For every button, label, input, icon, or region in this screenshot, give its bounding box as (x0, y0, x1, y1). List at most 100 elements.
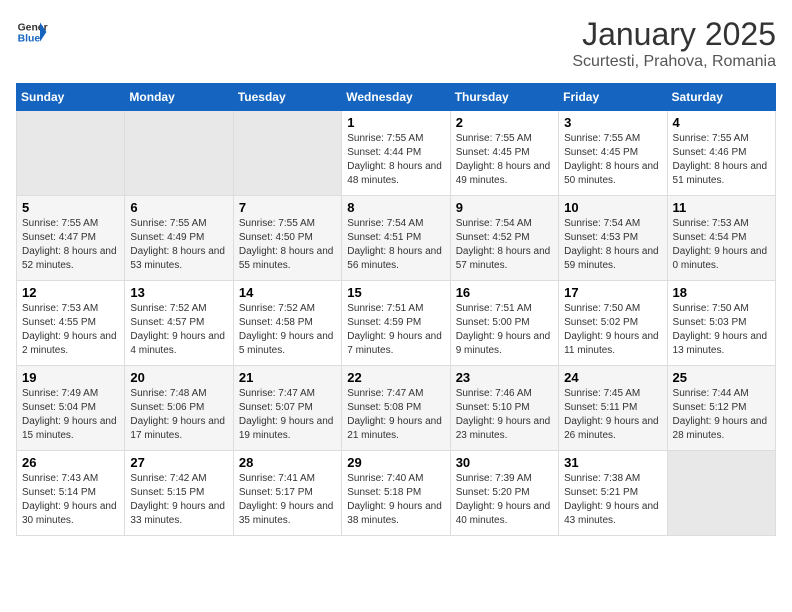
day-info: Sunrise: 7:50 AM Sunset: 5:03 PM Dayligh… (673, 302, 770, 358)
day-number: 5 (22, 200, 119, 215)
day-number: 16 (456, 285, 553, 300)
calendar-cell: 12 Sunrise: 7:53 AM Sunset: 4:55 PM Dayli… (17, 281, 125, 366)
day-number: 8 (347, 200, 444, 215)
calendar-cell: 2 Sunrise: 7:55 AM Sunset: 4:45 PM Daylig… (450, 111, 558, 196)
calendar-cell (233, 111, 341, 196)
day-info: Sunrise: 7:54 AM Sunset: 4:52 PM Dayligh… (456, 217, 553, 273)
calendar-cell: 4 Sunrise: 7:55 AM Sunset: 4:46 PM Daylig… (667, 111, 775, 196)
day-number: 10 (564, 200, 661, 215)
calendar-cell: 29Sunrise: 7:40 AM Sunset: 5:18 PM Dayli… (342, 451, 450, 536)
weekday-header-saturday: Saturday (667, 84, 775, 111)
weekday-header-friday: Friday (559, 84, 667, 111)
day-info: Sunrise: 7:51 AM Sunset: 5:00 PM Dayligh… (456, 302, 553, 358)
day-number: 25 (673, 370, 770, 385)
day-number: 15 (347, 285, 444, 300)
calendar-cell (667, 451, 775, 536)
calendar-week-row: 12 Sunrise: 7:53 AM Sunset: 4:55 PM Dayli… (17, 281, 776, 366)
calendar-title: January 2025 (572, 16, 776, 53)
day-number: 24 (564, 370, 661, 385)
day-number: 4 (673, 115, 770, 130)
calendar-cell: 25 Sunrise: 7:44 AM Sunset: 5:12 PM Dayli… (667, 366, 775, 451)
calendar-table: SundayMondayTuesdayWednesdayThursdayFrid… (16, 83, 776, 536)
day-number: 31 (564, 455, 661, 470)
calendar-cell: 9 Sunrise: 7:54 AM Sunset: 4:52 PM Daylig… (450, 196, 558, 281)
title-section: January 2025 Scurtesti, Prahova, Romania (572, 16, 776, 71)
day-number: 1 (347, 115, 444, 130)
day-info: Sunrise: 7:53 AM Sunset: 4:55 PM Dayligh… (22, 302, 119, 358)
day-number: 12 (22, 285, 119, 300)
day-number: 19 (22, 370, 119, 385)
day-number: 26 (22, 455, 119, 470)
calendar-cell: 21Sunrise: 7:47 AM Sunset: 5:07 PM Dayli… (233, 366, 341, 451)
weekday-header-sunday: Sunday (17, 84, 125, 111)
day-number: 29 (347, 455, 444, 470)
day-info: Sunrise: 7:55 AM Sunset: 4:49 PM Dayligh… (130, 217, 227, 273)
day-number: 27 (130, 455, 227, 470)
calendar-cell: 23Sunrise: 7:46 AM Sunset: 5:10 PM Dayli… (450, 366, 558, 451)
calendar-cell: 20 Sunrise: 7:48 AM Sunset: 5:06 PM Dayli… (125, 366, 233, 451)
day-number: 22 (347, 370, 444, 385)
calendar-cell: 6 Sunrise: 7:55 AM Sunset: 4:49 PM Daylig… (125, 196, 233, 281)
calendar-cell (125, 111, 233, 196)
day-info: Sunrise: 7:52 AM Sunset: 4:57 PM Dayligh… (130, 302, 227, 358)
calendar-cell: 8 Sunrise: 7:54 AM Sunset: 4:51 PM Daylig… (342, 196, 450, 281)
day-info: Sunrise: 7:55 AM Sunset: 4:45 PM Dayligh… (456, 132, 553, 188)
day-info: Sunrise: 7:44 AM Sunset: 5:12 PM Dayligh… (673, 387, 770, 443)
day-info: Sunrise: 7:48 AM Sunset: 5:06 PM Dayligh… (130, 387, 227, 443)
day-info: Sunrise: 7:55 AM Sunset: 4:45 PM Dayligh… (564, 132, 661, 188)
weekday-header-tuesday: Tuesday (233, 84, 341, 111)
calendar-cell: 14Sunrise: 7:52 AM Sunset: 4:58 PM Dayli… (233, 281, 341, 366)
calendar-cell: 15 Sunrise: 7:51 AM Sunset: 4:59 PM Dayli… (342, 281, 450, 366)
calendar-cell: 26 Sunrise: 7:43 AM Sunset: 5:14 PM Dayli… (17, 451, 125, 536)
day-info: Sunrise: 7:55 AM Sunset: 4:44 PM Dayligh… (347, 132, 444, 188)
calendar-cell: 17Sunrise: 7:50 AM Sunset: 5:02 PM Dayli… (559, 281, 667, 366)
calendar-week-row: 26 Sunrise: 7:43 AM Sunset: 5:14 PM Dayli… (17, 451, 776, 536)
calendar-cell: 22Sunrise: 7:47 AM Sunset: 5:08 PM Dayli… (342, 366, 450, 451)
calendar-cell: 16 Sunrise: 7:51 AM Sunset: 5:00 PM Dayli… (450, 281, 558, 366)
calendar-cell: 30 Sunrise: 7:39 AM Sunset: 5:20 PM Dayli… (450, 451, 558, 536)
calendar-subtitle: Scurtesti, Prahova, Romania (572, 53, 776, 71)
calendar-cell: 28 Sunrise: 7:41 AM Sunset: 5:17 PM Dayli… (233, 451, 341, 536)
calendar-cell: 5 Sunrise: 7:55 AM Sunset: 4:47 PM Daylig… (17, 196, 125, 281)
day-number: 28 (239, 455, 336, 470)
day-info: Sunrise: 7:43 AM Sunset: 5:14 PM Dayligh… (22, 472, 119, 528)
calendar-cell (17, 111, 125, 196)
day-info: Sunrise: 7:45 AM Sunset: 5:11 PM Dayligh… (564, 387, 661, 443)
calendar-cell: 10 Sunrise: 7:54 AM Sunset: 4:53 PM Dayli… (559, 196, 667, 281)
day-info: Sunrise: 7:53 AM Sunset: 4:54 PM Dayligh… (673, 217, 770, 273)
calendar-cell: 11Sunrise: 7:53 AM Sunset: 4:54 PM Dayli… (667, 196, 775, 281)
day-info: Sunrise: 7:39 AM Sunset: 5:20 PM Dayligh… (456, 472, 553, 528)
day-number: 9 (456, 200, 553, 215)
day-info: Sunrise: 7:50 AM Sunset: 5:02 PM Dayligh… (564, 302, 661, 358)
day-number: 30 (456, 455, 553, 470)
day-info: Sunrise: 7:54 AM Sunset: 4:51 PM Dayligh… (347, 217, 444, 273)
day-info: Sunrise: 7:38 AM Sunset: 5:21 PM Dayligh… (564, 472, 661, 528)
day-info: Sunrise: 7:51 AM Sunset: 4:59 PM Dayligh… (347, 302, 444, 358)
day-info: Sunrise: 7:42 AM Sunset: 5:15 PM Dayligh… (130, 472, 227, 528)
day-number: 18 (673, 285, 770, 300)
day-info: Sunrise: 7:54 AM Sunset: 4:53 PM Dayligh… (564, 217, 661, 273)
calendar-cell: 24 Sunrise: 7:45 AM Sunset: 5:11 PM Dayli… (559, 366, 667, 451)
day-number: 6 (130, 200, 227, 215)
day-info: Sunrise: 7:55 AM Sunset: 4:47 PM Dayligh… (22, 217, 119, 273)
weekday-header-monday: Monday (125, 84, 233, 111)
calendar-cell: 7Sunrise: 7:55 AM Sunset: 4:50 PM Daylig… (233, 196, 341, 281)
calendar-week-row: 1 Sunrise: 7:55 AM Sunset: 4:44 PM Daylig… (17, 111, 776, 196)
logo: General Blue (16, 16, 48, 48)
page-header: General Blue January 2025 Scurtesti, Pra… (16, 16, 776, 71)
day-info: Sunrise: 7:46 AM Sunset: 5:10 PM Dayligh… (456, 387, 553, 443)
day-info: Sunrise: 7:55 AM Sunset: 4:46 PM Dayligh… (673, 132, 770, 188)
logo-icon: General Blue (16, 16, 48, 48)
day-number: 13 (130, 285, 227, 300)
day-info: Sunrise: 7:41 AM Sunset: 5:17 PM Dayligh… (239, 472, 336, 528)
calendar-cell: 1 Sunrise: 7:55 AM Sunset: 4:44 PM Daylig… (342, 111, 450, 196)
day-info: Sunrise: 7:52 AM Sunset: 4:58 PM Dayligh… (239, 302, 336, 358)
day-number: 20 (130, 370, 227, 385)
day-number: 2 (456, 115, 553, 130)
weekday-header-wednesday: Wednesday (342, 84, 450, 111)
calendar-week-row: 5 Sunrise: 7:55 AM Sunset: 4:47 PM Daylig… (17, 196, 776, 281)
day-info: Sunrise: 7:49 AM Sunset: 5:04 PM Dayligh… (22, 387, 119, 443)
day-info: Sunrise: 7:47 AM Sunset: 5:07 PM Dayligh… (239, 387, 336, 443)
weekday-header-thursday: Thursday (450, 84, 558, 111)
day-number: 3 (564, 115, 661, 130)
